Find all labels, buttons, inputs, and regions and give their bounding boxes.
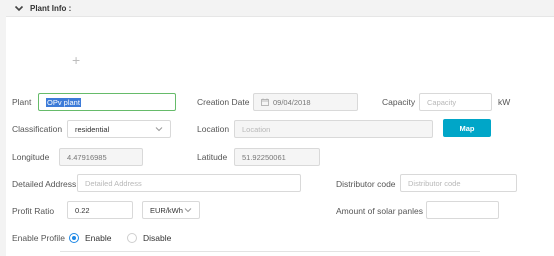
profit-ratio-value: 0.22 <box>75 205 90 215</box>
latitude-input[interactable]: 51.92250061 <box>234 148 320 166</box>
solar-panels-label: Amount of solar panles <box>336 206 423 216</box>
latitude-value: 51.92250061 <box>242 152 286 162</box>
plant-name-input[interactable]: OPv plant <box>38 93 176 111</box>
latitude-label: Latitude <box>197 152 228 162</box>
creation-date-input[interactable]: 09/04/2018 <box>253 93 358 111</box>
solar-panels-input[interactable] <box>426 201 499 219</box>
section-title: Plant Info : <box>30 3 72 13</box>
capacity-input[interactable]: Capacity <box>419 93 492 111</box>
enable-profile-label: Enable Profile <box>12 233 65 243</box>
detailed-address-placeholder: Detailed Address <box>85 178 142 188</box>
distributor-code-label: Distributor code <box>336 179 396 189</box>
location-input[interactable]: Location <box>234 120 433 138</box>
plant-info-page: Plant Info : + Plant OPv plant Creation … <box>0 0 554 256</box>
longitude-value: 4.47916985 <box>67 152 107 162</box>
disable-radio[interactable] <box>127 233 137 243</box>
capacity-unit: kW <box>498 97 511 107</box>
chevron-down-icon[interactable] <box>14 3 24 13</box>
currency-value: EUR/kWh <box>150 205 183 215</box>
profit-ratio-input[interactable]: 0.22 <box>67 201 133 219</box>
plant-info-panel: + Plant OPv plant Creation Date 09/04/20… <box>6 16 554 256</box>
divider <box>60 251 480 252</box>
creation-date-value: 09/04/2018 <box>273 97 311 107</box>
calendar-icon <box>261 98 269 106</box>
distributor-code-placeholder: Distributor code <box>408 178 461 188</box>
map-button[interactable]: Map <box>443 119 491 137</box>
classification-value: residential <box>75 124 110 134</box>
detailed-address-label: Detailed Address <box>12 179 77 189</box>
capacity-placeholder: Capacity <box>427 97 457 107</box>
disable-option-label[interactable]: Disable <box>143 233 171 243</box>
plant-info-section-header[interactable]: Plant Info : <box>0 0 554 16</box>
profit-ratio-label: Profit Ratio <box>12 206 55 216</box>
longitude-input[interactable]: 4.47916985 <box>59 148 143 166</box>
chevron-down-icon <box>184 208 192 213</box>
longitude-label: Longitude <box>12 152 50 162</box>
plant-label: Plant <box>12 97 32 107</box>
detailed-address-input[interactable]: Detailed Address <box>77 174 301 192</box>
enable-option-label[interactable]: Enable <box>85 233 111 243</box>
distributor-code-input[interactable]: Distributor code <box>400 174 517 192</box>
creation-date-label: Creation Date <box>197 97 250 107</box>
chevron-down-icon <box>155 127 163 132</box>
classification-label: Classification <box>12 124 63 134</box>
capacity-label: Capacity <box>382 97 416 107</box>
plus-icon[interactable]: + <box>72 53 80 67</box>
currency-select[interactable]: EUR/kWh <box>142 201 200 219</box>
location-placeholder: Location <box>242 124 271 134</box>
classification-select[interactable]: residential <box>67 120 171 138</box>
enable-radio[interactable] <box>69 233 79 243</box>
plant-name-value: OPv plant <box>46 97 81 107</box>
location-label: Location <box>197 124 230 134</box>
